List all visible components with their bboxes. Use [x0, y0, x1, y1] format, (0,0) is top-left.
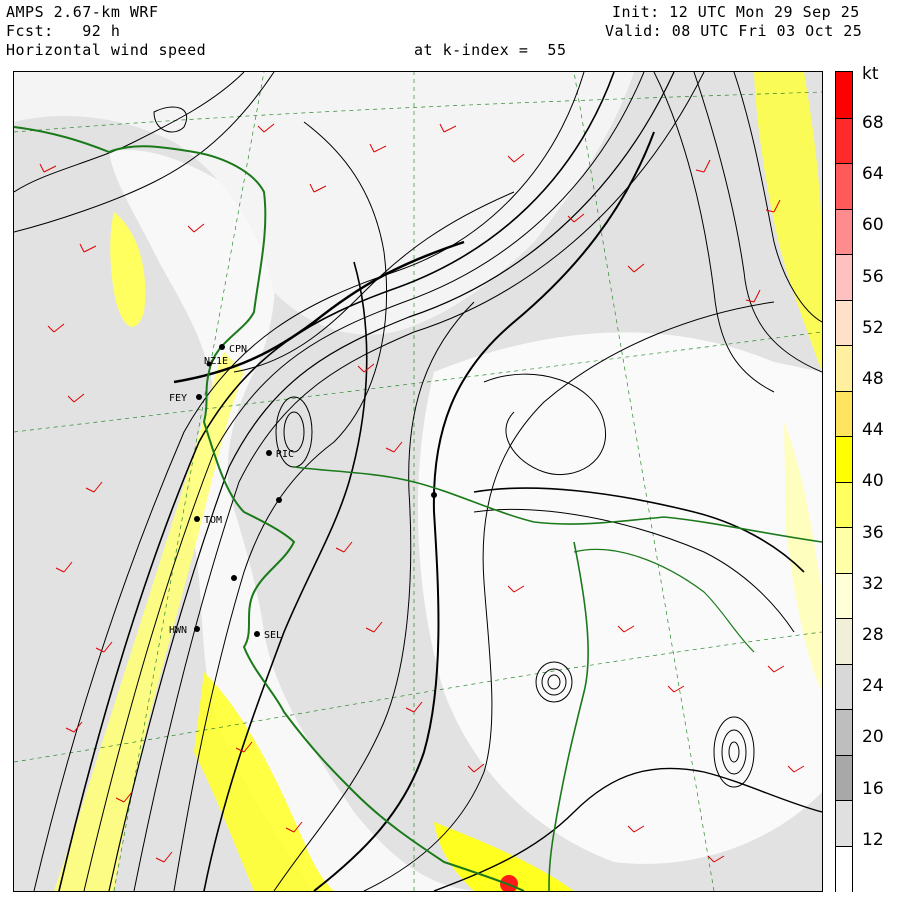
colorbar-tick-label: 40 — [862, 471, 884, 492]
wind-speed-map: CPN NZ1E FEY RIC TOM HWN SEL — [13, 71, 823, 892]
station-marker — [276, 497, 282, 503]
station-marker — [431, 492, 437, 498]
colorbar-tick-label: 20 — [862, 727, 884, 748]
colorbar-tick-label: 16 — [862, 778, 884, 799]
colorbar-swatch — [836, 436, 852, 483]
colorbar-swatch — [836, 572, 852, 620]
station-label: RIC — [276, 449, 294, 460]
station-label: CPN — [229, 344, 247, 355]
forecast-hour: Fcst: 92 h — [6, 22, 121, 40]
map-svg: CPN NZ1E FEY RIC TOM HWN SEL — [14, 72, 822, 891]
colorbar-swatch — [836, 390, 852, 438]
station-label: FEY — [169, 393, 187, 404]
station-label: SEL — [264, 630, 282, 641]
colorbar-tick-label: 12 — [862, 829, 884, 850]
colorbar-tick-label: 32 — [862, 573, 884, 594]
colorbar-tick-label: 56 — [862, 266, 884, 287]
colorbar — [835, 71, 853, 893]
colorbar-swatch — [836, 663, 852, 711]
colorbar-swatch — [836, 800, 852, 847]
colorbar-swatch — [836, 163, 852, 210]
colorbar-tick-label: 36 — [862, 522, 884, 543]
colorbar-swatch — [836, 481, 852, 529]
colorbar-swatch — [836, 72, 852, 118]
colorbar-swatch — [836, 618, 852, 665]
station-nz1e: NZ1E — [204, 356, 228, 367]
colorbar-tick-label: 64 — [862, 164, 884, 185]
model-title: AMPS 2.67-km WRF — [6, 3, 159, 21]
colorbar-swatch — [836, 345, 852, 392]
colorbar-tick-label: 24 — [862, 676, 884, 697]
colorbar-tick-label: 48 — [862, 369, 884, 389]
colorbar-swatch — [836, 254, 852, 301]
vertical-level: at k-index = 55 — [414, 41, 567, 59]
colorbar-swatch — [836, 527, 852, 574]
station-label: HWN — [169, 625, 187, 636]
colorbar-unit: kt — [862, 64, 879, 84]
colorbar-swatch — [836, 208, 852, 256]
colorbar-tick-label: 44 — [862, 420, 884, 441]
colorbar-tick-label: 68 — [862, 113, 884, 133]
colorbar-tick-label: 60 — [862, 215, 884, 236]
init-time: Init: 12 UTC Mon 29 Sep 25 — [612, 3, 860, 21]
colorbar-tick-label: 28 — [862, 625, 884, 645]
colorbar-swatch — [836, 754, 852, 802]
colorbar-tick-label: 52 — [862, 317, 884, 338]
station-label: NZ1E — [204, 356, 228, 367]
colorbar-swatch — [836, 117, 852, 165]
station-marker — [231, 575, 237, 581]
station-label: TOM — [204, 515, 222, 526]
colorbar-swatch — [836, 845, 852, 893]
valid-time: Valid: 08 UTC Fri 03 Oct 25 — [605, 22, 863, 40]
colorbar-swatch — [836, 299, 852, 347]
colorbar-swatch — [836, 709, 852, 756]
field-name: Horizontal wind speed — [6, 41, 207, 59]
